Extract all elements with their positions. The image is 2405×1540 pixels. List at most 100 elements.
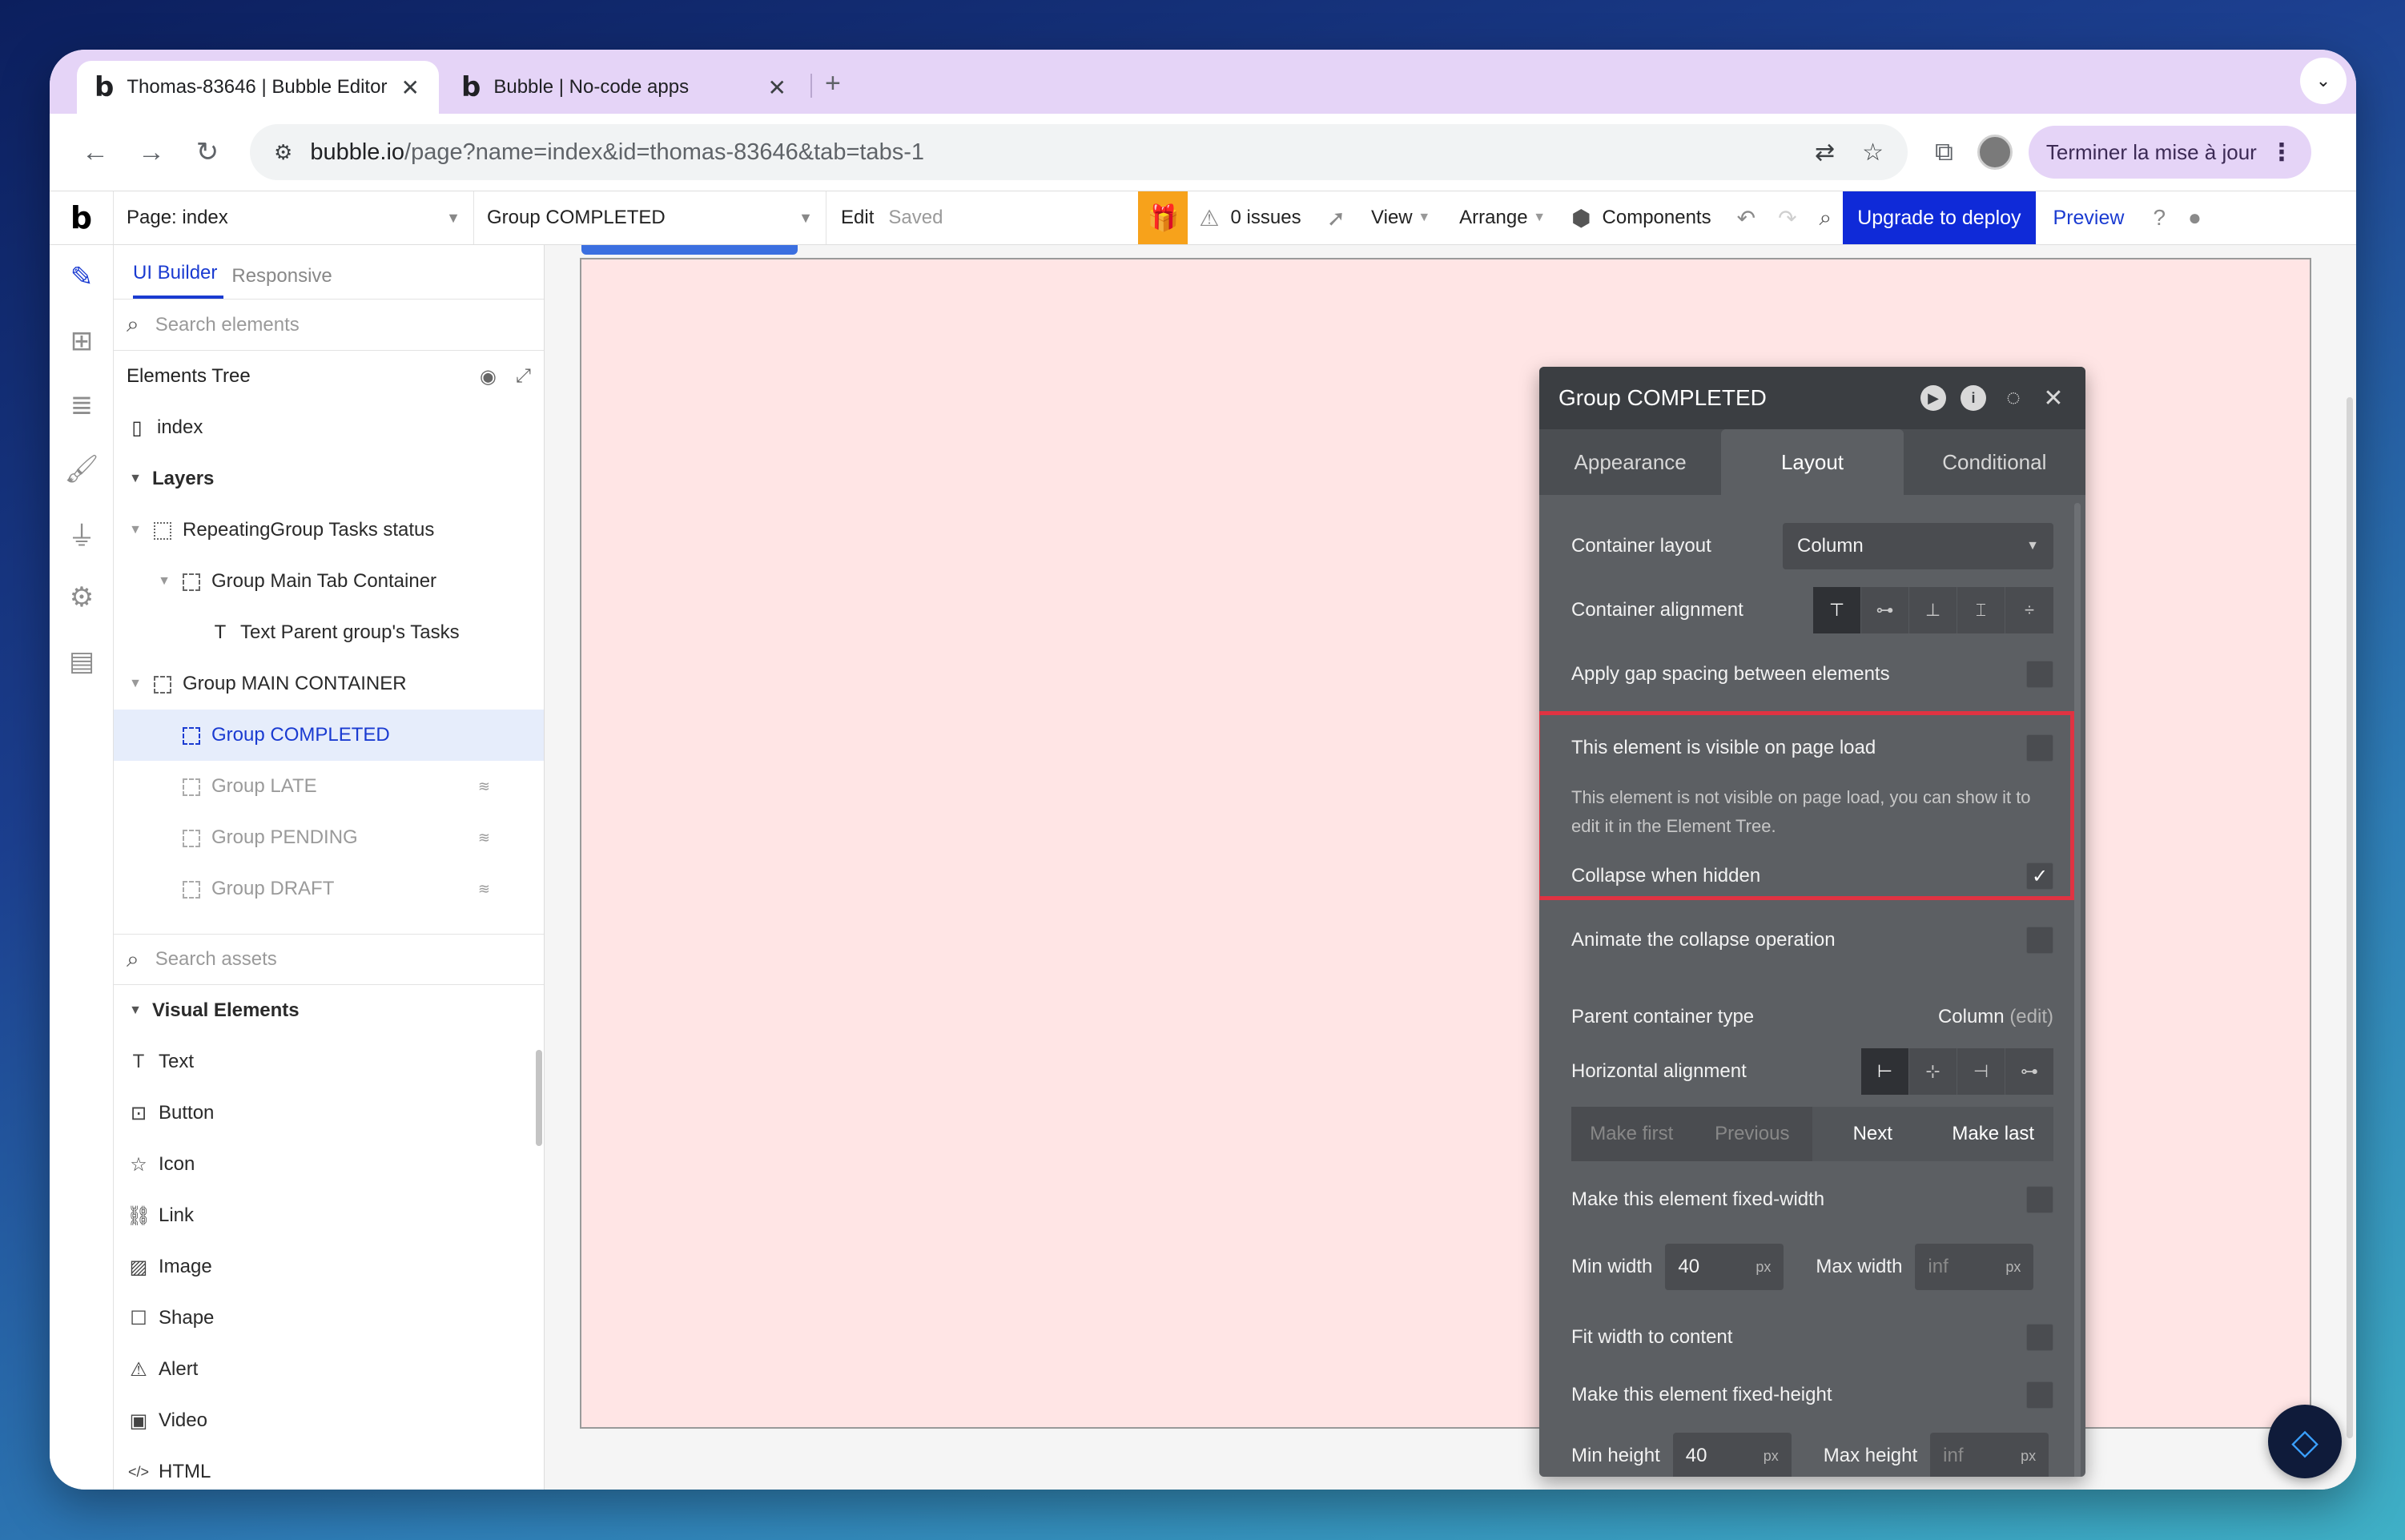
tree-item-text-parent[interactable]: T Text Parent group's Tasks <box>114 607 544 658</box>
animate-collapse-checkbox[interactable] <box>2026 927 2053 954</box>
caret-down-icon[interactable]: ▼ <box>127 677 144 691</box>
fixed-width-checkbox[interactable] <box>2026 1186 2053 1213</box>
address-bar[interactable]: ⚙ bubble.io/page?name=index&id=thomas-83… <box>250 124 1908 180</box>
close-tab-icon[interactable]: ✕ <box>401 74 420 101</box>
search-assets-input[interactable]: ⌕ Search assets <box>114 934 544 985</box>
back-arrow-icon[interactable]: ← <box>74 137 117 168</box>
caret-down-icon[interactable]: ▼ <box>127 523 144 537</box>
collapse-hidden-checkbox[interactable]: ✓ <box>2026 862 2053 890</box>
tree-item-group-main-container[interactable]: ▼ Group MAIN CONTAINER <box>114 658 544 710</box>
tree-item-group-draft[interactable]: Group DRAFT ≋ <box>114 863 544 915</box>
hidden-eye-icon[interactable]: ≋ <box>478 778 490 795</box>
arrange-menu[interactable]: Arrange ▼ <box>1445 191 1560 244</box>
hidden-eye-icon[interactable]: ≋ <box>478 881 490 898</box>
floating-assistant-icon[interactable]: ◇ <box>2268 1405 2342 1478</box>
search-icon[interactable]: ⌕ <box>1808 205 1844 231</box>
gap-spacing-checkbox[interactable] <box>2026 661 2053 688</box>
forward-arrow-icon[interactable]: → <box>130 137 173 168</box>
settings-gear-icon[interactable]: ⚙ <box>50 565 114 629</box>
edit-menu[interactable]: Edit <box>826 191 888 244</box>
tab-responsive[interactable]: Responsive <box>231 265 338 299</box>
element-selector[interactable]: Group COMPLETED ▼ <box>474 191 826 244</box>
styles-brush-icon[interactable]: 🖌 <box>50 437 114 501</box>
comment-icon[interactable]: ◌ <box>2001 384 2026 411</box>
visual-element-image[interactable]: ▨ Image <box>114 1241 544 1293</box>
min-width-unit[interactable]: px <box>1755 1259 1771 1276</box>
tab-bubble-editor[interactable]: b Thomas-83646 | Bubble Editor ✕ <box>77 61 439 114</box>
panel-scrollbar[interactable] <box>536 1050 542 1146</box>
selected-element-tag[interactable] <box>581 245 798 255</box>
visual-element-alert[interactable]: ⚠ Alert <box>114 1344 544 1395</box>
database-icon[interactable]: ≣ <box>50 373 114 437</box>
tab-search-dropdown[interactable]: ⌄ <box>2300 58 2347 104</box>
components-button[interactable]: Components <box>1603 191 1726 244</box>
redo-icon[interactable]: ↷ <box>1767 205 1808 231</box>
account-icon[interactable]: ● <box>2177 205 2213 231</box>
canvas-scrollbar[interactable] <box>2347 397 2353 1438</box>
preview-button[interactable]: Preview <box>2036 207 2142 230</box>
visual-element-shape[interactable]: ☐ Shape <box>114 1293 544 1344</box>
tab-conditional[interactable]: Conditional <box>1904 429 2085 495</box>
make-last-button[interactable]: Make last <box>1932 1107 2053 1161</box>
bookmark-star-icon[interactable]: ☆ <box>1862 139 1884 167</box>
logs-document-icon[interactable]: ▤ <box>50 629 114 694</box>
tree-item-group-late[interactable]: Group LATE ≋ <box>114 761 544 812</box>
next-button[interactable]: Next <box>1812 1107 1933 1161</box>
tree-item-group-completed[interactable]: Group COMPLETED <box>114 710 544 761</box>
plugins-icon[interactable]: ⏚ <box>50 501 114 565</box>
max-width-unit[interactable]: px <box>2005 1259 2021 1276</box>
new-tab-button[interactable]: + <box>825 68 841 99</box>
design-tools-icon[interactable]: ✎ <box>50 245 114 309</box>
min-height-input[interactable]: 40 px <box>1672 1433 1792 1477</box>
more-menu-icon[interactable]: ⋮ <box>2270 139 2294 167</box>
close-tab-icon[interactable]: ✕ <box>768 74 786 101</box>
search-elements-input[interactable]: ⌕ Search elements <box>114 300 544 351</box>
align-bottom-icon[interactable]: ⊥ <box>1909 587 1957 633</box>
close-icon[interactable]: ✕ <box>2041 385 2066 412</box>
reload-icon[interactable]: ↻ <box>186 136 229 168</box>
visual-element-video[interactable]: ▣ Video <box>114 1395 544 1446</box>
property-editor-header[interactable]: Group COMPLETED ▶ i ◌ ✕ <box>1539 367 2085 429</box>
info-icon[interactable]: i <box>1961 385 1986 411</box>
eye-icon[interactable]: ◉ <box>480 365 497 388</box>
bubble-logo[interactable]: b <box>50 191 114 244</box>
tab-appearance[interactable]: Appearance <box>1539 429 1721 495</box>
align-right-icon[interactable]: ⊣ <box>1957 1048 2005 1095</box>
make-first-button[interactable]: Make first <box>1571 1107 1692 1161</box>
issues-button[interactable]: 0 issues <box>1231 191 1316 244</box>
tree-item-layers[interactable]: ▼ Layers <box>114 453 544 505</box>
previous-button[interactable]: Previous <box>1692 1107 1813 1161</box>
visible-on-load-checkbox[interactable] <box>2026 734 2053 762</box>
align-center-icon[interactable]: ⊶ <box>1861 587 1909 633</box>
update-button[interactable]: Terminer la mise à jour ⋮ <box>2028 126 2311 179</box>
caret-down-icon[interactable]: ▼ <box>155 574 173 589</box>
visual-element-button[interactable]: ⊡ Button <box>114 1088 544 1139</box>
caret-down-icon[interactable]: ▼ <box>127 472 144 486</box>
tab-layout[interactable]: Layout <box>1721 429 1904 495</box>
space-around-icon[interactable]: ÷ <box>2005 587 2053 633</box>
min-height-unit[interactable]: px <box>1764 1448 1779 1465</box>
extensions-icon[interactable]: ⧉ <box>1935 137 1953 167</box>
max-height-input[interactable]: inf px <box>1930 1433 2049 1477</box>
gift-icon[interactable]: 🎁 <box>1138 191 1188 244</box>
tree-item-group-pending[interactable]: Group PENDING ≋ <box>114 812 544 863</box>
visual-elements-header[interactable]: ▼ Visual Elements <box>114 985 544 1036</box>
visual-element-icon[interactable]: ☆ Icon <box>114 1139 544 1190</box>
workflow-icon[interactable]: ⊞ <box>50 309 114 373</box>
max-height-unit[interactable]: px <box>2021 1448 2036 1465</box>
fixed-height-checkbox[interactable] <box>2026 1381 2053 1409</box>
visual-element-text[interactable]: T Text <box>114 1036 544 1088</box>
hidden-eye-icon[interactable]: ≋ <box>478 830 490 846</box>
site-settings-icon[interactable]: ⚙ <box>274 140 292 165</box>
profile-avatar[interactable] <box>1977 135 2013 170</box>
tree-item-repeatinggroup[interactable]: ▼ RepeatingGroup Tasks status <box>114 505 544 556</box>
align-left-icon[interactable]: ⊢ <box>1861 1048 1909 1095</box>
play-icon[interactable]: ▶ <box>1920 385 1946 411</box>
tree-item-group-main-tab[interactable]: ▼ Group Main Tab Container <box>114 556 544 607</box>
container-layout-dropdown[interactable]: Column ▼ <box>1783 523 2053 569</box>
upgrade-to-deploy-button[interactable]: Upgrade to deploy <box>1843 191 2036 244</box>
view-menu[interactable]: View ▼ <box>1357 191 1445 244</box>
space-between-icon[interactable]: ⌶ <box>1957 587 2005 633</box>
page-selector[interactable]: Page: index ▼ <box>114 191 474 244</box>
align-top-icon[interactable]: ⊤ <box>1813 587 1861 633</box>
